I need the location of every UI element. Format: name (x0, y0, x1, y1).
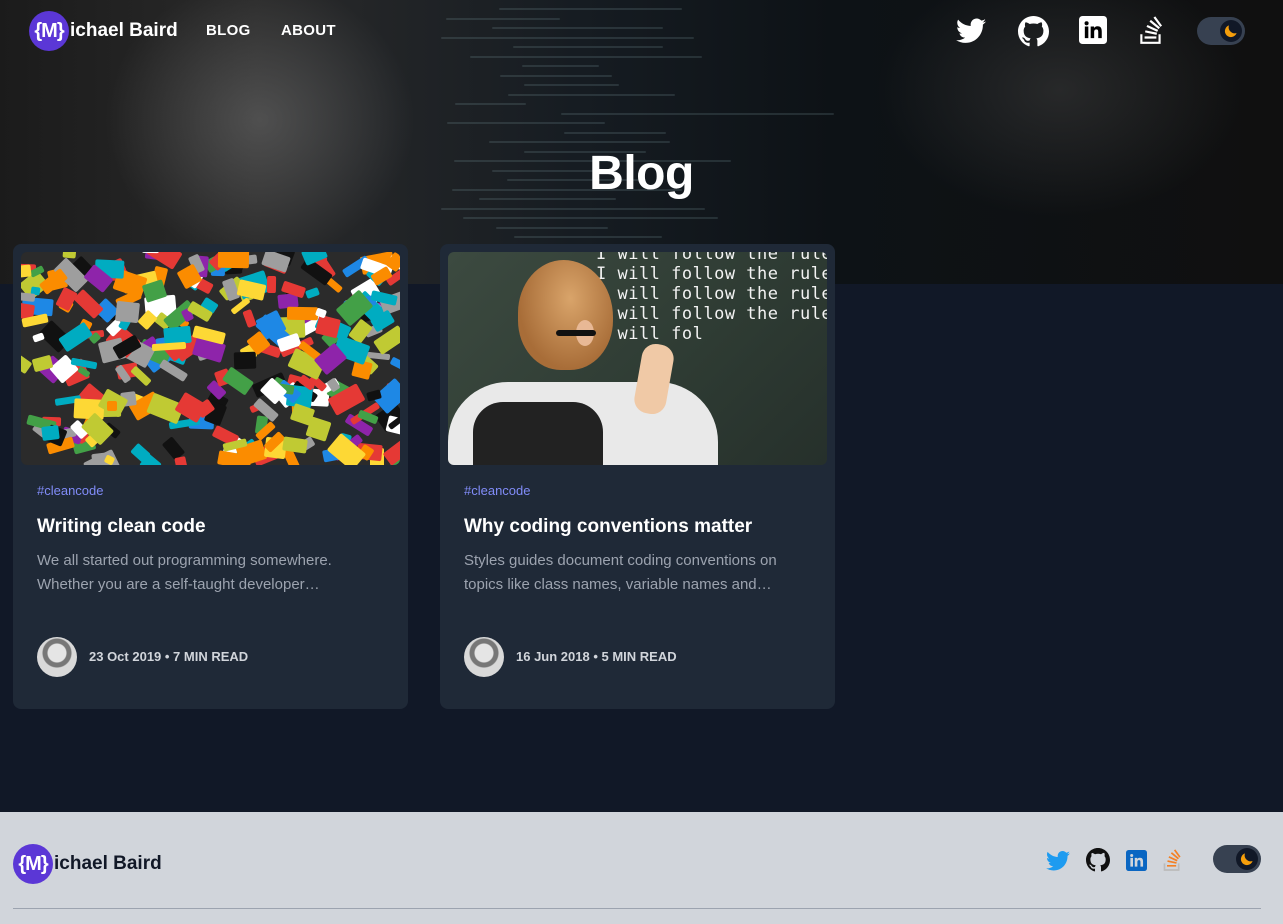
lego-brick (41, 425, 60, 441)
twitter-icon (1046, 851, 1070, 871)
code-line-decoration (561, 112, 834, 115)
logo-badge: {M} (29, 11, 69, 51)
github-icon (1017, 15, 1049, 46)
chalk-line: I will follow the rules (596, 284, 827, 304)
github-icon (1086, 848, 1110, 872)
boy-glasses (556, 330, 596, 336)
stackoverflow-icon (1163, 849, 1181, 871)
footer-divider (13, 908, 1261, 909)
chalk-line: I will follow the rules (596, 304, 827, 324)
site-footer: {M} ichael Baird (0, 812, 1283, 924)
twitter-icon (956, 18, 986, 43)
code-line-decoration (522, 65, 599, 67)
footer-github-link[interactable] (1085, 847, 1111, 873)
lego-brick (58, 321, 93, 353)
lego-brick (107, 401, 117, 411)
code-line-decoration (463, 217, 718, 219)
lego-brick (315, 314, 341, 339)
lego-brick (115, 300, 140, 324)
nav-about-link[interactable]: ABOUT (281, 22, 336, 39)
site-logo[interactable]: {M} ichael Baird (29, 11, 178, 51)
boy-head (518, 260, 613, 370)
moon-icon (1240, 853, 1253, 866)
post-card[interactable]: I will follow the rules I will follow th… (440, 244, 835, 709)
top-navigation: {M} ichael Baird BLOG ABOUT (0, 0, 1283, 62)
post-thumbnail-lego (21, 252, 400, 465)
code-line-decoration (455, 103, 526, 105)
post-thumbnail-chalkboard: I will follow the rules I will follow th… (448, 252, 827, 465)
post-card[interactable]: #cleancode Writing clean code We all sta… (13, 244, 408, 709)
lego-brick (305, 287, 320, 299)
lego-brick (242, 308, 257, 329)
lego-brick (217, 252, 250, 269)
logo-badge: {M} (13, 844, 53, 884)
lego-brick (32, 332, 45, 343)
page-title: Blog (589, 147, 694, 200)
github-link[interactable] (1016, 14, 1050, 48)
post-tag[interactable]: #cleancode (464, 483, 531, 498)
code-line-decoration (447, 122, 605, 124)
code-line-decoration (514, 236, 662, 238)
footer-stackoverflow-link[interactable] (1161, 847, 1183, 873)
post-excerpt: We all started out programming somewhere… (37, 552, 332, 593)
theme-toggle[interactable] (1197, 17, 1245, 45)
code-line-decoration (496, 226, 608, 229)
linkedin-icon (1125, 849, 1147, 871)
post-meta: 23 Oct 2019 • 7 MIN READ (89, 649, 249, 664)
lego-brick (21, 292, 36, 302)
code-line-decoration (524, 84, 619, 86)
lego-brick (382, 435, 400, 465)
boy-vest (473, 402, 603, 465)
footer-twitter-link[interactable] (1045, 848, 1071, 874)
lego-brick (62, 252, 77, 259)
lego-brick (21, 354, 33, 375)
toggle-knob (1236, 848, 1258, 870)
lego-brick (389, 356, 400, 376)
post-title[interactable]: Why coding conventions matter (464, 516, 752, 538)
code-line-decoration (508, 93, 675, 96)
chalk-line: I will follow the rules (596, 264, 827, 284)
stackoverflow-icon (1140, 16, 1163, 44)
chalk-line: I will follow the rules (596, 252, 827, 264)
linkedin-icon (1079, 16, 1107, 44)
lego-brick (286, 306, 319, 321)
nav-blog-link[interactable]: BLOG (206, 22, 251, 39)
post-excerpt: Styles guides document coding convention… (464, 552, 777, 593)
logo-name: ichael Baird (54, 853, 162, 874)
moon-icon (1224, 25, 1237, 38)
lego-brick (266, 275, 277, 294)
post-tag[interactable]: #cleancode (37, 483, 104, 498)
code-line-decoration (489, 141, 670, 143)
footer-logo[interactable]: {M} ichael Baird (13, 844, 162, 884)
post-meta: 16 Jun 2018 • 5 MIN READ (516, 649, 677, 664)
lego-brick (221, 366, 255, 396)
lego-brick (233, 351, 257, 370)
stackoverflow-link[interactable] (1136, 14, 1166, 46)
lego-brick (174, 456, 189, 465)
footer-linkedin-link[interactable] (1125, 849, 1147, 871)
code-line-decoration (500, 74, 612, 77)
linkedin-link[interactable] (1078, 15, 1108, 45)
code-line-decoration (564, 131, 666, 134)
post-title[interactable]: Writing clean code (37, 516, 206, 538)
lego-brick (21, 264, 32, 278)
code-line-decoration (441, 207, 705, 210)
author-avatar (464, 637, 504, 677)
logo-name: ichael Baird (70, 20, 178, 41)
footer-theme-toggle[interactable] (1213, 845, 1261, 873)
author-avatar (37, 637, 77, 677)
toggle-knob (1220, 20, 1242, 42)
twitter-link[interactable] (955, 15, 987, 47)
